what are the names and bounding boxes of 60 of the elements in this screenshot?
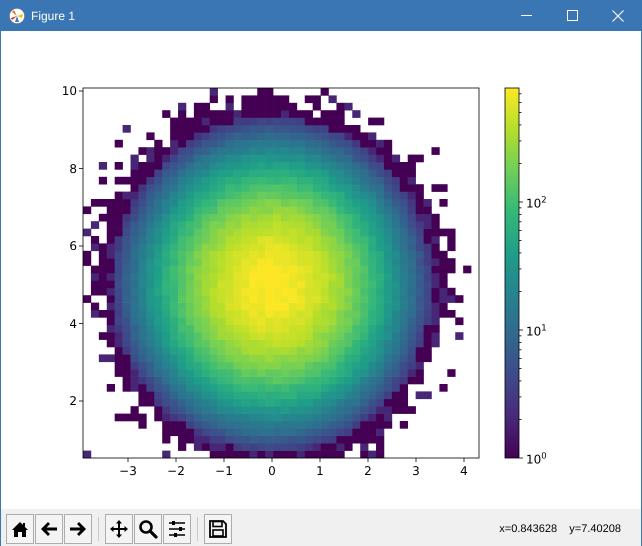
tick-mark: [518, 221, 522, 222]
tick-mark: [518, 335, 522, 336]
window-title: Figure 1: [31, 8, 76, 22]
house-icon: [10, 519, 30, 539]
tick-label: 4: [69, 316, 77, 330]
tick-mark: [518, 124, 522, 126]
tick-mark: [518, 230, 522, 231]
home-button[interactable]: [6, 514, 34, 544]
tick-label: 4: [460, 464, 468, 478]
tick-label: −1: [215, 464, 233, 478]
tick-label: 2: [69, 394, 77, 408]
tick-label: 3: [412, 464, 420, 478]
tick-label: 10$^{0}$: [526, 452, 547, 466]
tick-mark: [518, 207, 522, 208]
tick-mark: [518, 380, 522, 382]
tick-mark: [518, 140, 522, 142]
tick-mark: [518, 93, 522, 94]
tick-mark: [518, 358, 522, 359]
pan-button[interactable]: [105, 514, 133, 544]
maximize-icon: [566, 10, 578, 21]
tick-mark: [518, 240, 522, 241]
right-arrow-icon: [68, 519, 88, 539]
move-arrows-icon: [109, 519, 129, 539]
tick-label: 10: [62, 84, 77, 98]
save-button[interactable]: [204, 514, 232, 544]
tick-mark: [78, 323, 84, 324]
tick-mark: [518, 396, 522, 398]
tick-label: 10$^{1}$: [526, 324, 547, 338]
tick-mark: [518, 419, 522, 420]
tick-mark: [518, 102, 522, 103]
cursor-readout: x=0.843628 y=7.40208: [499, 523, 621, 535]
tick-mark: [518, 291, 522, 292]
tick-mark: [78, 400, 84, 402]
tick-mark: [518, 368, 522, 369]
sliders-icon: [167, 519, 187, 539]
tick-mark: [518, 252, 522, 254]
tick-mark: [518, 268, 522, 270]
tick-label: −3: [119, 464, 137, 478]
tick-label: 8: [69, 162, 77, 176]
tick-label: −2: [167, 464, 185, 478]
tick-label: 2: [364, 464, 372, 478]
tick-mark: [518, 349, 522, 350]
tick-mark: [518, 214, 522, 215]
search-icon: [138, 519, 158, 539]
zoom-button[interactable]: [134, 514, 162, 544]
back-button[interactable]: [35, 514, 63, 544]
tick-mark: [518, 112, 522, 113]
tick-label: 1: [316, 464, 324, 478]
tick-mark: [78, 168, 84, 169]
tick-mark: [518, 163, 522, 164]
close-icon: [612, 10, 624, 22]
tick-label: 6: [69, 239, 77, 253]
forward-button[interactable]: [64, 514, 92, 544]
left-arrow-icon: [39, 519, 59, 539]
tick-mark: [518, 342, 522, 343]
tick-label: 10$^{2}$: [526, 196, 547, 210]
app-icon: [9, 8, 25, 24]
tick-label: 0: [268, 464, 276, 478]
configure-button[interactable]: [163, 514, 191, 544]
tick-mark: [78, 90, 84, 92]
